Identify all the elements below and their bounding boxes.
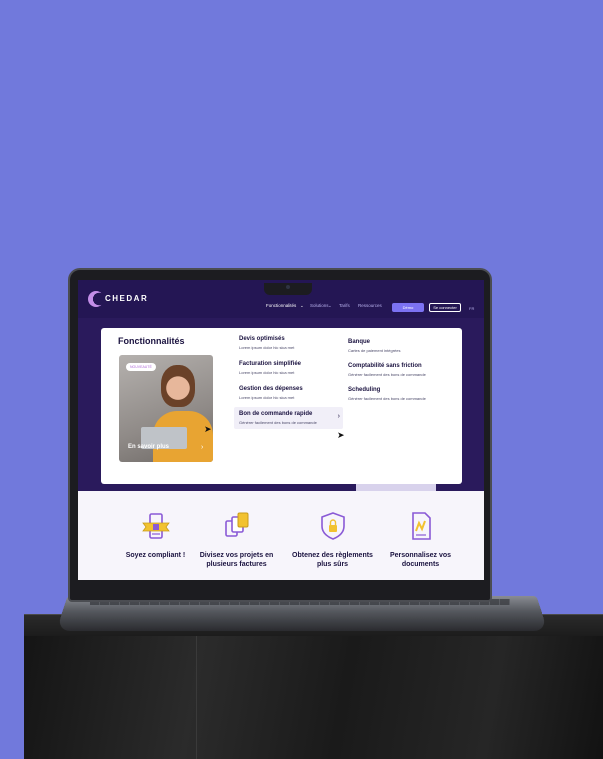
nav-link-tarifs[interactable]: Tarifs [339, 303, 350, 308]
brand-logo[interactable]: CHEDAR [88, 291, 148, 307]
menu-item-depenses[interactable]: Gestion des dépenses Lorem ipsum dolor h… [239, 386, 303, 400]
menu-item-scheduling[interactable]: Scheduling Générer facilement des bons d… [348, 387, 426, 401]
menu-item-bon-de-commande[interactable]: Bon de commande rapide Générer facilemen… [234, 407, 343, 429]
menu-item-facturation[interactable]: Facturation simplifiée Lorem ipsum dolor… [239, 361, 301, 375]
logo-text: HEDAR [112, 294, 149, 304]
feature-custom-documents: Personnalisez vos documents [373, 491, 468, 569]
shield-lock-icon [320, 512, 345, 540]
menu-item-comptabilite[interactable]: Comptabilité sans friction Générer facil… [348, 363, 426, 377]
dropdown-title: Fonctionnalités [118, 336, 185, 346]
menu-item-title: Banque [348, 339, 371, 345]
laptop-screen: CHEDAR Fonctionnalités ⌄ Solutions ⌄ Tar… [78, 280, 484, 580]
nav-link-fonctionnalites[interactable]: Fonctionnalités [266, 303, 296, 308]
logo-mark-icon [88, 291, 104, 307]
features-dropdown: Fonctionnalités NOUVEAUTÉ En savoir plus… [101, 328, 462, 484]
promo-card[interactable]: NOUVEAUTÉ En savoir plus › [119, 355, 213, 462]
nav-link-solutions[interactable]: Solutions [310, 303, 329, 308]
menu-item-desc: Générer facilement des bons de commande [348, 396, 426, 401]
feature-label: Personnalisez vos documents [389, 552, 452, 568]
menu-item-desc: Lorem ipsum dolor hic sica met [239, 395, 295, 400]
menu-item-title: Bon de commande rapide [239, 411, 313, 417]
login-button[interactable]: Se connecter [429, 303, 461, 312]
demo-button[interactable]: Démo [392, 303, 424, 312]
learn-more-link[interactable]: En savoir plus [128, 444, 169, 450]
feature-secure-payments: Obtenez des règlements plus sûrs [285, 491, 380, 569]
menu-item-desc: Lorem ipsum dolor hic sica met [239, 345, 295, 350]
menu-item-title: Devis optimisés [239, 336, 285, 342]
new-badge: NOUVEAUTÉ [126, 363, 156, 371]
menu-item-desc: Cartes de paiement intégrées [348, 348, 401, 353]
camera-icon [286, 285, 290, 289]
menu-item-title: Gestion des dépenses [239, 386, 303, 392]
chevron-right-icon: › [337, 413, 340, 420]
mouse-cursor-icon: ➤ [204, 424, 212, 434]
menu-item-desc: Générer facilement des bons de commande [348, 372, 426, 377]
menu-item-title: Scheduling [348, 387, 381, 393]
feature-split-invoices: Divisez vos projets en plusieurs facture… [189, 491, 284, 569]
menu-item-desc: Lorem ipsum dolor hic sica met [239, 370, 295, 375]
hero-band-highlight [356, 484, 436, 491]
chevron-right-icon: › [201, 444, 204, 451]
chevron-down-icon: ⌄ [300, 303, 304, 308]
menu-item-title: Comptabilité sans friction [348, 363, 422, 369]
mouse-cursor-icon: ➤ [337, 430, 345, 440]
split-documents-icon [224, 512, 248, 537]
menu-item-devis[interactable]: Devis optimisés Lorem ipsum dolor hic si… [239, 336, 294, 350]
feature-label: Divisez vos projets en plusieurs facture… [199, 552, 274, 568]
menu-item-title: Facturation simplifiée [239, 361, 302, 367]
person-photo [161, 365, 195, 407]
chevron-down-icon: ⌄ [328, 303, 332, 308]
features-section: Soyez compliant ! Divisez vos projets en… [78, 491, 484, 580]
language-selector[interactable]: FR [469, 306, 474, 311]
nav-link-ressources[interactable]: Ressources [358, 303, 382, 308]
menu-item-banque[interactable]: Banque Cartes de paiement intégrées [348, 339, 400, 353]
feature-label: Obtenez des règlements plus sûrs [292, 552, 373, 568]
award-document-icon [141, 513, 170, 539]
menu-item-desc: Générer facilement des bons de commande [239, 420, 317, 425]
pedestal-edge [196, 636, 197, 759]
pedestal [24, 636, 603, 759]
custom-document-icon [411, 512, 431, 540]
